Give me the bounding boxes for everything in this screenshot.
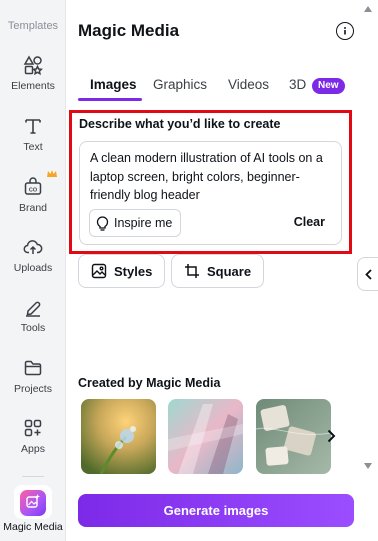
text-icon [25,119,41,134]
rail-item-label: Text [23,141,43,153]
rail-divider [22,476,44,477]
apps-icon [24,419,42,437]
tab-3d[interactable]: 3D [289,77,306,92]
generate-images-button[interactable]: Generate images [78,494,354,527]
chevron-left-icon [364,268,372,280]
tools-icon [26,301,41,317]
tab-graphics[interactable]: Graphics [153,77,207,92]
scroll-down-icon[interactable] [364,463,372,469]
clear-button[interactable]: Clear [294,215,325,229]
aspect-ratio-button[interactable]: Square [171,254,265,288]
magic-media-icon [20,490,46,516]
image-icon [91,263,107,279]
new-badge: New [312,78,345,94]
info-button[interactable] [336,22,354,40]
rail-item-label: Tools [20,322,46,334]
tab-bar: Images Graphics Videos 3D New [78,74,356,104]
rail-item-label: Uploads [13,262,53,274]
rail-item-label: Elements [11,80,55,92]
crown-icon [47,170,57,177]
elements-icon [23,55,43,75]
rail-item-tools[interactable]: Tools [0,297,66,334]
styles-label: Styles [114,263,153,279]
lightbulb-icon [96,215,109,231]
thumbnail-marble-stones[interactable] [256,399,331,474]
thumbnail-glass-shapes[interactable] [168,399,243,474]
side-rail: Templates Elements Text CO Brand Uploads [0,0,66,541]
crop-icon [185,264,199,278]
rail-item-templates[interactable]: Templates [0,20,66,32]
brand-icon: CO [24,177,42,195]
prompt-label: Describe what you’d like to create [79,117,281,131]
rail-item-label: Projects [14,383,52,395]
collapse-panel-button[interactable] [357,257,378,291]
projects-icon [24,360,42,376]
rail-item-label: Magic Media [3,521,63,533]
rail-item-elements[interactable]: Elements [0,55,66,92]
uploads-icon [23,240,43,254]
rail-item-uploads[interactable]: Uploads [0,237,66,274]
tab-images[interactable]: Images [90,77,137,92]
styles-button[interactable]: Styles [78,254,166,288]
active-tab-indicator [78,98,142,101]
prompt-textarea[interactable]: A clean modern illustration of AI tools … [79,141,342,245]
aspect-ratio-label: Square [207,263,252,279]
chevron-right-icon[interactable] [322,427,340,445]
rail-item-projects[interactable]: Projects [0,358,66,395]
rail-item-apps[interactable]: Apps [0,418,66,455]
inspire-me-label: Inspire me [114,216,173,230]
prompt-text[interactable]: A clean modern illustration of AI tools … [90,149,336,205]
scroll-up-icon[interactable] [364,6,372,12]
panel-title: Magic Media [78,21,180,40]
svg-text:CO: CO [29,188,38,194]
thumbnail-dew-plant[interactable] [81,399,156,474]
rail-item-label: Apps [21,443,45,455]
section-title: Created by Magic Media [78,376,221,390]
rail-item-text[interactable]: Text [0,116,66,153]
inspire-me-button[interactable]: Inspire me [89,209,182,237]
info-icon [344,27,346,35]
rail-item-brand[interactable]: CO Brand [0,170,66,214]
panel-scrollbar[interactable] [360,0,372,480]
rail-item-magic-media[interactable]: Magic Media [0,490,66,533]
rail-item-label: Brand [18,202,48,214]
tab-videos[interactable]: Videos [228,77,269,92]
